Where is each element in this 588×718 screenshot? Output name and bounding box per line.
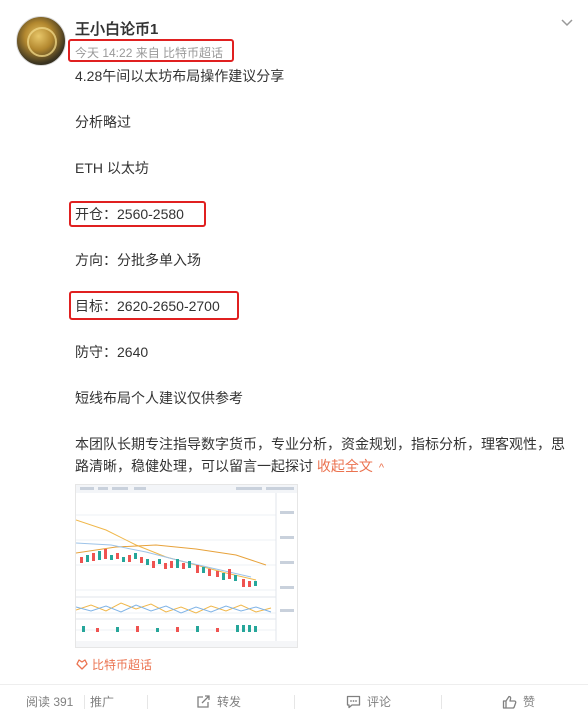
divider xyxy=(441,695,442,709)
super-topic-label: 比特币超话 xyxy=(92,658,153,672)
view-count: 阅读 391 xyxy=(26,695,74,709)
avatar[interactable] xyxy=(16,16,66,66)
content-line: 防守：2640 xyxy=(75,344,149,360)
repost-icon xyxy=(197,695,210,708)
collapse-full-text-link[interactable]: 收起全文 ^ xyxy=(317,458,384,474)
weibo-post: 王小白论币1 今天 14:22 来自 比特币超话 4.28午间以太坊布局操作建议… xyxy=(0,0,588,718)
repost-button[interactable]: 转发 xyxy=(196,685,241,718)
annotation-box-entry xyxy=(69,201,206,227)
collapse-label: 收起全文 xyxy=(316,458,373,474)
divider xyxy=(84,695,85,709)
promote-button[interactable]: 推广 xyxy=(90,685,114,718)
repost-label: 转发 xyxy=(217,695,242,709)
avatar-coin-ring xyxy=(27,27,57,57)
chevron-down-icon[interactable] xyxy=(560,18,574,28)
annotation-box-meta xyxy=(68,39,234,62)
content-line: ETH 以太坊 xyxy=(75,160,149,176)
divider xyxy=(147,695,148,709)
comment-icon xyxy=(346,695,361,709)
content-line: 4.28午间以太坊布局操作建议分享 xyxy=(75,68,285,84)
content-line: 方向：分批多单入场 xyxy=(75,252,201,268)
divider xyxy=(294,695,295,709)
chart-thumbnail-graphic xyxy=(76,485,297,647)
super-topic-icon xyxy=(76,659,88,670)
annotation-box-target xyxy=(69,291,239,320)
username[interactable]: 王小白论币1 xyxy=(75,18,158,39)
chart-screenshot-image[interactable] xyxy=(75,484,298,648)
comment-button[interactable]: 评论 xyxy=(346,685,391,718)
like-icon xyxy=(502,695,517,709)
like-label: 赞 xyxy=(523,695,536,709)
content-line: 分析略过 xyxy=(75,114,131,130)
content-line: 短线布局个人建议仅供参考 xyxy=(75,390,243,406)
caret-up-icon: ^ xyxy=(378,462,385,474)
comment-label: 评论 xyxy=(367,695,392,709)
post-action-bar: 阅读 391 推广 转发 评论 赞 xyxy=(0,684,588,718)
like-button[interactable]: 赞 xyxy=(502,685,535,718)
content-paragraph: 本团队长期专注指导数字货币，专业分析，资金规划，指标分析，理客观性，思路清晰，稳… xyxy=(75,433,575,479)
super-topic-tag[interactable]: 比特币超话 xyxy=(75,656,152,673)
